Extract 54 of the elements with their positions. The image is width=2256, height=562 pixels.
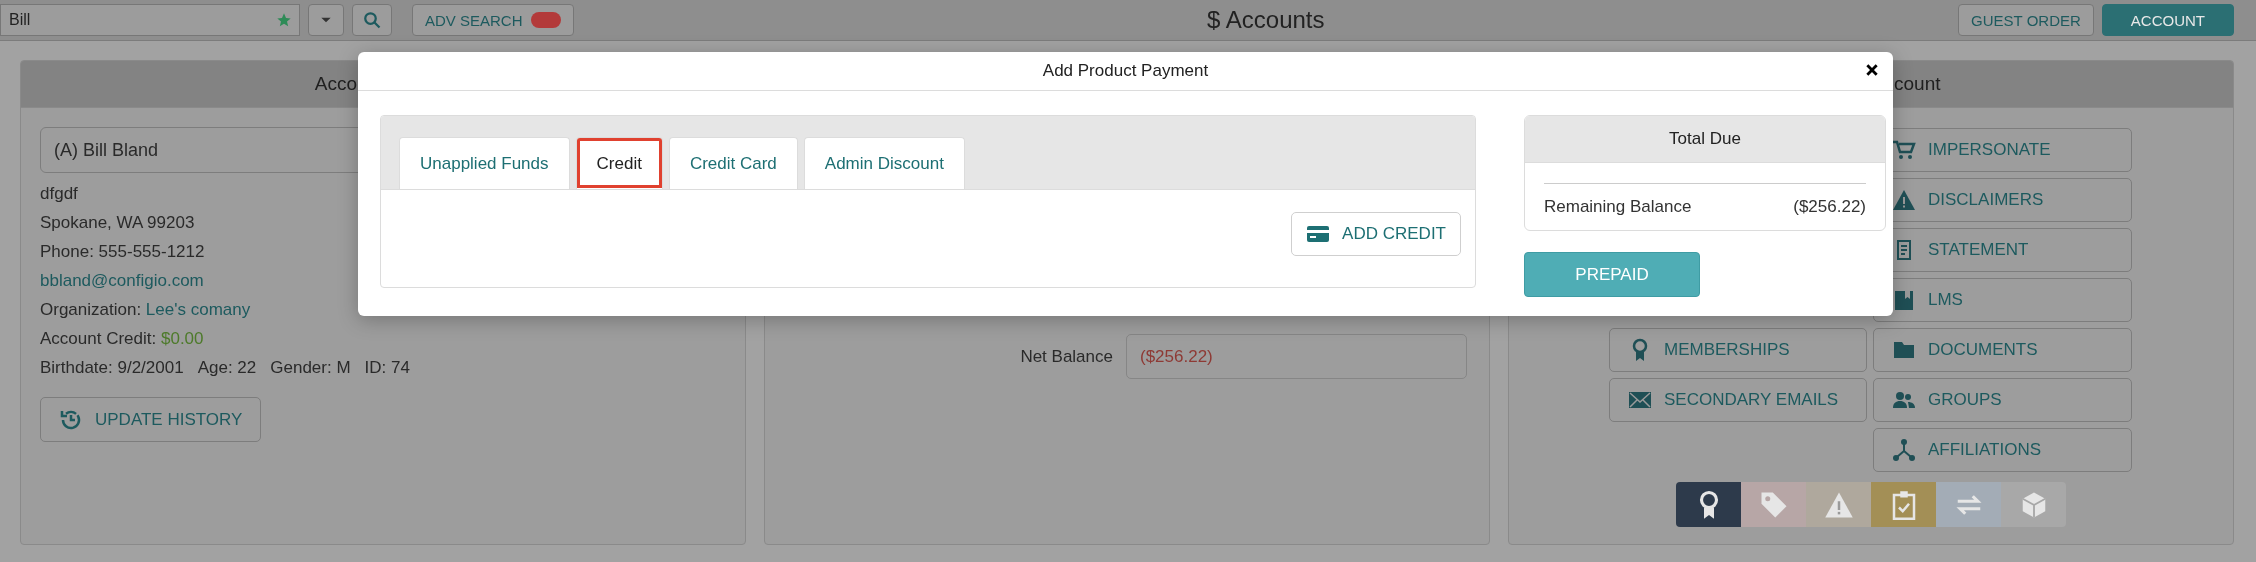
tab[interactable]: Admin Discount <box>803 137 965 189</box>
prepaid-button[interactable]: PREPAID <box>1524 252 1700 297</box>
update-history-button[interactable]: UPDATE HISTORY <box>40 397 262 442</box>
detail-text: Gender: M <box>270 357 351 379</box>
net-balance-field: ($256.22) <box>1126 334 1467 379</box>
dialog-title: Add Product Payment <box>1042 61 1209 81</box>
organization-label: Organization: <box>40 300 142 319</box>
dropdown-button[interactable] <box>308 4 344 36</box>
cart-icon <box>1892 138 1916 162</box>
add-credit-button[interactable]: ADD CREDIT <box>1291 212 1461 256</box>
phone-text: Phone: 555-555-1212 <box>40 241 206 263</box>
search-field[interactable]: Bill <box>0 4 300 36</box>
status-tile[interactable] <box>1936 482 2001 527</box>
email-link[interactable]: bbland@configio.com <box>40 271 204 290</box>
warning-icon <box>1892 188 1916 212</box>
book-icon <box>1892 288 1916 312</box>
advanced-search-button[interactable]: ADV SEARCH <box>412 4 574 36</box>
status-tile[interactable] <box>1871 482 1936 527</box>
tab[interactable]: Credit Card <box>668 137 798 189</box>
status-tile[interactable] <box>1676 482 1741 527</box>
panel-title: count <box>1894 73 1941 95</box>
action-button[interactable]: DOCUMENTS <box>1873 328 2132 372</box>
detail-text: Age: 22 <box>197 357 257 379</box>
organization-link[interactable]: Lee's comany <box>145 300 251 319</box>
toggle-switch[interactable] <box>530 12 561 28</box>
action-button[interactable]: SECONDARY EMAILS <box>1609 378 1867 422</box>
close-button[interactable] <box>1865 63 1879 77</box>
account-credit-label: Account Credit: <box>40 329 157 348</box>
address-line: dfgdf <box>40 183 79 205</box>
tab[interactable]: Credit <box>575 137 663 189</box>
detail-text: Birthdate: 9/2/2001 <box>40 357 184 379</box>
action-button[interactable]: AFFILIATIONS <box>1873 428 2132 472</box>
page-title: $ Accounts <box>1206 6 1326 34</box>
remaining-balance-value: ($256.22) <box>1793 197 1866 217</box>
status-tile[interactable] <box>1806 482 1871 527</box>
panel-title: Acco <box>314 73 357 95</box>
remaining-balance-label: Remaining Balance <box>1544 197 1692 217</box>
card-title: Total Due <box>1525 116 1885 163</box>
account-button[interactable]: ACCOUNT <box>2101 4 2234 36</box>
status-tile[interactable] <box>2001 482 2066 527</box>
tab[interactable]: Unapplied Funds <box>399 137 570 189</box>
detail-text: ID: 74 <box>364 357 410 379</box>
status-tile[interactable] <box>1741 482 1806 527</box>
network-icon <box>1892 438 1916 462</box>
action-button[interactable]: MEMBERSHIPS <box>1609 328 1867 372</box>
net-balance-label: Net Balance <box>1019 346 1113 367</box>
address-line: Spokane, WA 99203 <box>40 212 196 234</box>
search-button[interactable] <box>352 4 392 36</box>
search-icon <box>363 11 381 29</box>
action-button[interactable]: GROUPS <box>1873 378 2132 422</box>
guest-order-button[interactable]: GUEST ORDER <box>1958 4 2094 36</box>
star-icon <box>276 12 292 28</box>
account-credit-value: $0.00 <box>160 329 204 348</box>
close-icon <box>1865 63 1879 77</box>
